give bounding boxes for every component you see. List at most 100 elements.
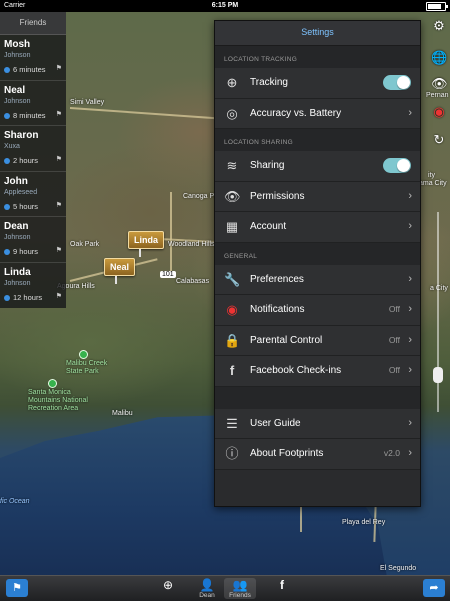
- gear-icon[interactable]: ⚙: [431, 18, 447, 34]
- accuracy-label: Accuracy vs. Battery: [250, 107, 342, 119]
- chevron-right-icon: ›: [408, 416, 412, 429]
- friends-panel: Friends Mosh Johnson 6 minutes ⚑ Neal Jo…: [0, 12, 66, 308]
- friend-last-seen: 9 hours: [4, 247, 38, 256]
- chevron-right-icon: ›: [408, 189, 412, 202]
- tracking-label: Tracking: [250, 77, 288, 88]
- eye-icon[interactable]: 👁: [431, 76, 448, 92]
- permissions-label: Permissions: [250, 190, 305, 202]
- eye-icon: 👁: [224, 188, 241, 204]
- friend-name: Linda: [4, 266, 31, 278]
- person-icon: 👤: [199, 578, 215, 592]
- friend-pin-linda[interactable]: Linda: [128, 231, 164, 257]
- clock-icon: [4, 67, 10, 73]
- road: [170, 192, 172, 272]
- facebook-icon: f: [280, 578, 284, 592]
- sharing-toggle[interactable]: [383, 158, 411, 173]
- sharing-label: Sharing: [250, 160, 285, 171]
- user-guide-label: User Guide: [250, 417, 301, 429]
- chevron-right-icon: ›: [408, 447, 412, 459]
- friend-name: Dean: [4, 221, 29, 233]
- dean-label: Dean: [199, 592, 215, 599]
- friend-list-item[interactable]: Sharon Xuxa 2 hours ⚑: [0, 126, 66, 172]
- chevron-right-icon: ›: [408, 364, 412, 376]
- friend-list-item[interactable]: Mosh Johnson 6 minutes ⚑: [0, 35, 66, 81]
- map-label-simi-valley: Simi Valley: [70, 99, 105, 106]
- chevron-right-icon: ›: [408, 220, 412, 232]
- globe-icon[interactable]: 🌐: [431, 50, 447, 66]
- map-label-malibu-creek: Malibu Creek State Park: [66, 360, 108, 375]
- flag-map-icon[interactable]: ⚑: [6, 579, 28, 597]
- friend-name: Sharon: [4, 130, 39, 142]
- flag-icon: ⚑: [55, 292, 62, 300]
- dean-button[interactable]: 👤 Dean: [194, 578, 220, 599]
- about-row[interactable]: ⓘ About Footprints v2.0 ›: [215, 439, 420, 470]
- map-label-oak-park: Oak Park: [70, 241, 100, 248]
- section-spacer: [215, 386, 420, 409]
- flag-icon: ⚑: [55, 110, 62, 118]
- about-label: About Footprints: [250, 448, 324, 459]
- share-icon[interactable]: ➦: [423, 579, 445, 597]
- account-row[interactable]: ▦ Account ›: [215, 212, 420, 243]
- notifications-row[interactable]: ◉ Notifications Off ›: [215, 295, 420, 326]
- park-marker: [48, 379, 57, 388]
- clock-icon: [4, 294, 10, 301]
- section-header-location-tracking: Location Tracking: [215, 46, 420, 68]
- chevron-right-icon: ›: [408, 303, 412, 315]
- tracking-toggle[interactable]: [383, 75, 411, 90]
- friends-button[interactable]: 👥 Friends: [224, 578, 256, 599]
- zoom-slider-thumb[interactable]: [433, 367, 443, 383]
- friends-label: Friends: [229, 592, 251, 599]
- flag-icon: ⚑: [55, 156, 62, 164]
- friend-last-seen: 8 minutes: [4, 111, 46, 120]
- road: [69, 107, 220, 120]
- friend-subtitle: Xuxa: [4, 143, 20, 151]
- chevron-right-icon: ›: [408, 333, 412, 346]
- friend-pin-neal[interactable]: Neal: [104, 258, 136, 284]
- parental-control-row[interactable]: 🔒 Parental Control Off ›: [215, 325, 420, 356]
- chevron-right-icon: ›: [408, 106, 412, 119]
- facebook-icon: f: [229, 363, 235, 378]
- map-label-woodland-hills: Woodland Hills: [168, 241, 215, 248]
- notification-icon: ◉: [226, 302, 238, 317]
- record-icon[interactable]: ◉: [431, 104, 447, 120]
- locate-button[interactable]: ⊕: [158, 578, 178, 599]
- map-label-calabasas: Calabasas: [176, 278, 210, 285]
- user-guide-row[interactable]: ☰ User Guide ›: [215, 408, 420, 439]
- friend-list-item[interactable]: John Appleseed 5 hours ⚑: [0, 172, 66, 218]
- permissions-row[interactable]: 👁 Permissions ›: [215, 181, 420, 212]
- notifications-label: Notifications: [250, 304, 305, 315]
- accuracy-row[interactable]: ◎ Accuracy vs. Battery ›: [215, 98, 420, 129]
- preferences-row[interactable]: 🔧 Preferences ›: [215, 264, 420, 295]
- friend-list-item[interactable]: Linda Johnson 12 hours ⚑: [0, 263, 66, 308]
- settings-title: Settings: [215, 21, 420, 46]
- section-header-location-sharing: Location Sharing: [215, 129, 420, 151]
- route-shield: 101: [160, 271, 176, 278]
- map-label-malibu: Malibu: [112, 410, 133, 417]
- target-icon: ◎: [226, 105, 238, 121]
- friend-last-seen: 6 minutes: [4, 65, 46, 74]
- friend-subtitle: Johnson: [4, 97, 31, 105]
- section-header-general: General: [215, 242, 420, 265]
- bottom-toolbar: ⚑ ⊕ 👤 Dean 👥 Friends f ➦: [0, 575, 450, 601]
- crosshair-icon: ⊕: [162, 578, 174, 592]
- sharing-row: ≋ Sharing: [215, 151, 420, 182]
- facebook-button[interactable]: f: [272, 578, 292, 599]
- map-label-el-segundo: El Segundo: [380, 565, 417, 572]
- friend-last-seen: 2 hours: [4, 156, 38, 165]
- flag-icon: ⚑: [55, 201, 62, 209]
- map-toolbar: ⚙ 🌐 👁 ◉ ↻: [426, 12, 450, 575]
- friend-list-item[interactable]: Neal Johnson 8 minutes ⚑: [0, 81, 66, 127]
- crosshair-icon: ⊕: [226, 75, 238, 90]
- refresh-icon[interactable]: ↻: [431, 132, 447, 148]
- parental-control-label: Parental Control: [250, 334, 323, 346]
- friend-list-item[interactable]: Dean Johnson 9 hours ⚑: [0, 217, 66, 263]
- facebook-checkins-row[interactable]: f Facebook Check-ins Off ›: [215, 356, 420, 387]
- info-icon: ⓘ: [225, 446, 239, 461]
- battery-level: [428, 4, 441, 9]
- map-label-ocean: fic Ocean: [0, 498, 30, 505]
- wrench-icon: 🔧: [224, 271, 241, 287]
- friend-subtitle: Appleseed: [4, 188, 38, 196]
- status-bar: Carrier 6:15 PM: [0, 0, 450, 12]
- flag-icon: ⚑: [55, 247, 62, 255]
- lock-icon: 🔒: [224, 332, 241, 348]
